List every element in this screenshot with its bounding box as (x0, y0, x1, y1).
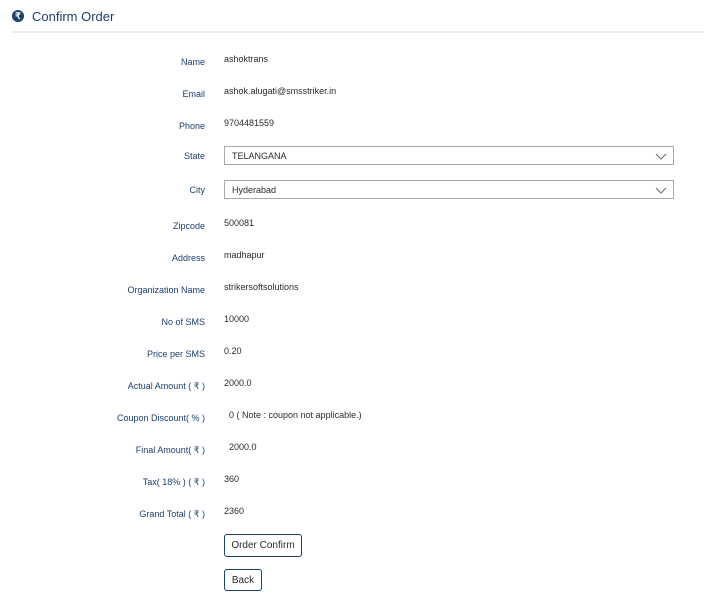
city-select-value: Hyderabad (232, 184, 277, 195)
chevron-down-icon (655, 187, 667, 194)
organization-value: strikersoftsolutions (224, 282, 299, 292)
name-value: ashoktrans (224, 54, 269, 64)
zipcode-value: 500081 (224, 218, 255, 228)
city-select[interactable]: Hyderabad (224, 180, 674, 199)
address-value: madhapur (224, 250, 265, 260)
actual-amount-value: 2000.0 (224, 378, 252, 388)
row-grand-total: Grand Total ( ₹ ) 2360 (0, 504, 704, 524)
zipcode-label: Zipcode (172, 221, 205, 231)
final-amount-label: Final Amount( ₹ ) (135, 445, 205, 455)
row-organization: Organization Name strikersoftsolutions (0, 280, 704, 300)
price-value: 0.20 (224, 346, 242, 356)
email-value: ashok.alugati@smsstriker.in (224, 86, 337, 96)
page-header: ₹ Confirm Order (12, 6, 114, 26)
grand-total-value: 2360 (224, 506, 245, 516)
sms-count-label: No of SMS (161, 317, 205, 327)
header-divider (12, 31, 704, 33)
page-title: Confirm Order (32, 8, 115, 24)
tax-value: 360 (224, 474, 240, 484)
row-coupon: Coupon Discount( % ) 0 ( Note : coupon n… (0, 408, 704, 428)
email-label: Email (182, 89, 205, 99)
tax-label: Tax( 18% ) ( ₹ ) (142, 477, 205, 487)
row-tax: Tax( 18% ) ( ₹ ) 360 (0, 472, 704, 492)
row-zipcode: Zipcode 500081 (0, 216, 704, 236)
row-address: Address madhapur (0, 248, 704, 268)
order-confirm-button[interactable]: Order Confirm (224, 534, 302, 557)
row-state: State TELANGANA (0, 146, 704, 166)
row-final-amount: Final Amount( ₹ ) 2000.0 (0, 440, 704, 460)
state-label: State (183, 151, 205, 161)
name-label: Name (180, 57, 205, 67)
row-name: Name ashoktrans (0, 52, 704, 72)
row-actual-amount: Actual Amount ( ₹ ) 2000.0 (0, 376, 704, 396)
back-button[interactable]: Back (224, 569, 262, 591)
address-label: Address (171, 253, 205, 263)
coupon-value: 0 ( Note : coupon not applicable.) (229, 410, 362, 420)
row-city: City Hyderabad (0, 180, 704, 200)
row-phone: Phone 9704481559 (0, 116, 704, 136)
city-label: City (189, 185, 206, 195)
sms-count-value: 10000 (224, 314, 250, 324)
grand-total-label: Grand Total ( ₹ ) (139, 509, 205, 519)
actual-amount-label: Actual Amount ( ₹ ) (127, 381, 205, 391)
price-label: Price per SMS (146, 349, 205, 359)
row-price: Price per SMS 0.20 (0, 344, 704, 364)
phone-value: 9704481559 (224, 118, 275, 128)
row-email: Email ashok.alugati@smsstriker.in (0, 84, 704, 104)
organization-label: Organization Name (127, 285, 205, 295)
state-select-value: TELANGANA (232, 150, 287, 161)
row-sms-count: No of SMS 10000 (0, 312, 704, 332)
final-amount-value: 2000.0 (229, 442, 257, 452)
state-select[interactable]: TELANGANA (224, 146, 674, 165)
coupon-label: Coupon Discount( % ) (116, 413, 205, 423)
rupee-icon: ₹ (12, 10, 24, 22)
chevron-down-icon (655, 153, 667, 160)
phone-label: Phone (178, 121, 205, 131)
